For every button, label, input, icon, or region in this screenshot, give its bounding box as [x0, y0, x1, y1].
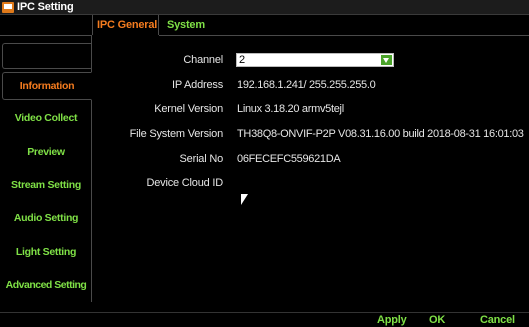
sidebar-item-information[interactable]: Information	[2, 72, 92, 100]
footer-divider	[0, 312, 529, 313]
app-icon	[2, 2, 14, 13]
tab-ipc-general[interactable]: IPC General	[92, 15, 159, 36]
kernel-version-value: Linux 3.18.20 armv5tejl	[237, 103, 344, 115]
ip-address-label: IP Address	[172, 79, 223, 91]
sidebar-item-audio-setting[interactable]: Audio Setting	[0, 212, 92, 224]
sidebar-item-preview[interactable]: Preview	[0, 146, 92, 158]
serial-no-label: Serial No	[179, 153, 224, 165]
chevron-down-icon[interactable]	[381, 55, 392, 65]
sidebar-item-video-collect[interactable]: Video Collect	[0, 112, 92, 124]
mouse-cursor-icon	[241, 194, 248, 205]
channel-label: Channel	[183, 54, 223, 66]
ip-address-value: 192.168.1.241/ 255.255.255.0	[237, 79, 376, 91]
title-bar: IPC Setting	[0, 0, 529, 15]
fs-version-label: File System Version	[129, 128, 224, 140]
channel-select[interactable]: 2	[236, 53, 394, 67]
serial-no-value: 06FECEFC559621DA	[237, 153, 341, 165]
cancel-button[interactable]: Cancel	[480, 314, 515, 326]
device-cloud-id-label: Device Cloud ID	[146, 177, 224, 189]
tab-system[interactable]: System	[167, 15, 205, 36]
ok-button[interactable]: OK	[429, 314, 445, 326]
window-title: IPC Setting	[17, 1, 74, 13]
apply-button[interactable]: Apply	[377, 314, 407, 326]
sidebar-item-stream-setting[interactable]: Stream Setting	[0, 179, 92, 191]
fs-version-value: TH38Q8-ONVIF-P2P V08.31.16.00 build 2018…	[237, 128, 524, 140]
channel-value: 2	[239, 54, 246, 66]
sidebar-item-light-setting[interactable]: Light Setting	[0, 246, 92, 258]
sidebar-spacer	[2, 43, 92, 69]
kernel-version-label: Kernel Version	[154, 103, 223, 115]
sidebar-item-advanced-setting[interactable]: Advanced Setting	[0, 279, 92, 291]
